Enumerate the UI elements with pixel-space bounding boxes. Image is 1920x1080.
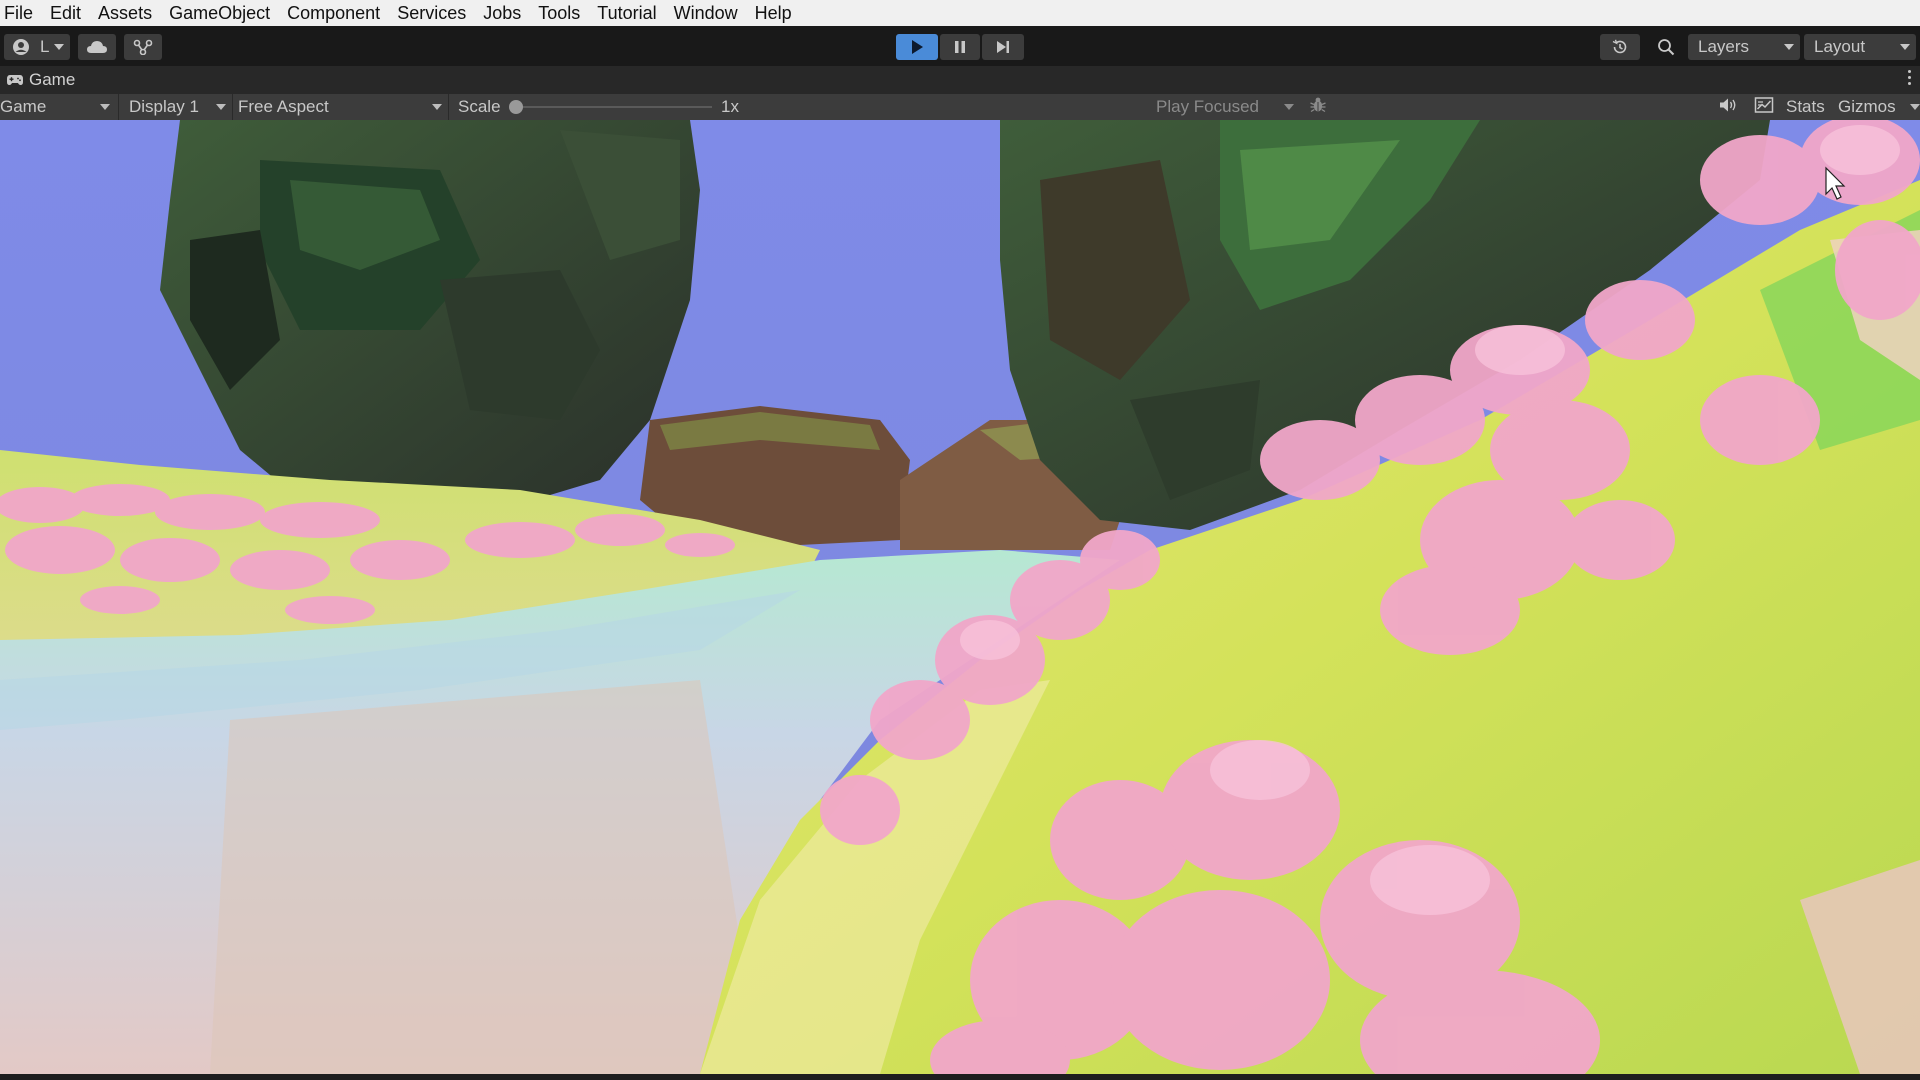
search-icon xyxy=(1657,38,1675,56)
aspect-label: Free Aspect xyxy=(238,97,329,116)
pause-icon xyxy=(953,39,967,55)
chart-icon xyxy=(1754,96,1774,119)
menu-tools[interactable]: Tools xyxy=(530,3,589,24)
mute-button[interactable] xyxy=(1718,94,1738,120)
history-button[interactable] xyxy=(1600,34,1640,60)
speaker-icon xyxy=(1718,96,1738,119)
scale-label: Scale xyxy=(458,97,501,116)
more-options-icon[interactable] xyxy=(1908,70,1912,88)
pause-button[interactable] xyxy=(940,34,980,60)
menu-file[interactable]: File xyxy=(0,3,42,24)
play-icon xyxy=(910,39,924,55)
display-dropdown[interactable]: Display 1 xyxy=(129,94,229,120)
scale-slider-handle[interactable] xyxy=(509,100,523,114)
chevron-down-icon xyxy=(54,44,64,50)
menu-help[interactable]: Help xyxy=(747,3,801,24)
menu-gameobject[interactable]: GameObject xyxy=(161,3,279,24)
tab-game-label: Game xyxy=(29,70,76,89)
menu-services[interactable]: Services xyxy=(389,3,475,24)
bottom-strip xyxy=(0,1074,1920,1080)
layout-label: Layout xyxy=(1814,37,1866,56)
account-dropdown[interactable]: L xyxy=(4,34,70,60)
divider xyxy=(448,94,449,120)
divider xyxy=(232,94,233,120)
search-button[interactable] xyxy=(1648,34,1684,60)
step-icon xyxy=(995,39,1011,55)
chevron-down-icon xyxy=(1900,44,1910,50)
menu-component[interactable]: Component xyxy=(279,3,389,24)
mode-label: Game xyxy=(0,97,47,116)
game-tab-bar: Game xyxy=(0,66,1920,94)
main-toolbar: L Layers Layout xyxy=(0,26,1920,66)
gamepad-icon xyxy=(6,74,24,86)
history-icon xyxy=(1611,38,1629,56)
chevron-down-icon xyxy=(100,104,110,110)
step-button[interactable] xyxy=(982,34,1024,60)
aspect-dropdown[interactable]: Free Aspect xyxy=(238,94,446,120)
scene-render xyxy=(0,120,1920,1074)
menu-assets[interactable]: Assets xyxy=(90,3,161,24)
layout-dropdown[interactable]: Layout xyxy=(1804,34,1916,60)
menu-tutorial[interactable]: Tutorial xyxy=(589,3,665,24)
account-label: L xyxy=(40,37,50,56)
menu-bar: File Edit Assets GameObject Component Se… xyxy=(0,0,1920,26)
stats-graph-button[interactable] xyxy=(1754,94,1774,120)
chevron-down-icon xyxy=(432,104,442,110)
play-mode-dropdown[interactable]: Play Focused xyxy=(1156,94,1296,120)
collab-button[interactable] xyxy=(124,34,162,60)
chevron-down-icon xyxy=(1784,44,1794,50)
display-label: Display 1 xyxy=(129,97,199,116)
layers-dropdown[interactable]: Layers xyxy=(1688,34,1800,60)
stats-button[interactable]: Stats xyxy=(1786,94,1825,120)
chevron-down-icon xyxy=(1284,104,1294,110)
scale-slider-track[interactable] xyxy=(512,106,712,108)
bug-button[interactable] xyxy=(1309,94,1327,120)
game-viewport[interactable] xyxy=(0,120,1920,1074)
bug-icon xyxy=(1309,96,1327,119)
account-icon xyxy=(12,38,30,56)
play-mode-label: Play Focused xyxy=(1156,97,1259,116)
game-view-controls: Game Display 1 Free Aspect Scale 1x Play… xyxy=(0,94,1920,120)
gizmos-label: Gizmos xyxy=(1838,97,1896,116)
scale-value: 1x xyxy=(721,97,739,116)
cloud-icon xyxy=(86,39,108,55)
chevron-down-icon xyxy=(216,104,226,110)
menu-edit[interactable]: Edit xyxy=(42,3,90,24)
play-button[interactable] xyxy=(896,34,938,60)
cloud-button[interactable] xyxy=(78,34,116,60)
chevron-down-icon xyxy=(1910,104,1920,110)
branch-icon xyxy=(133,39,153,55)
mode-dropdown[interactable]: Game xyxy=(0,94,115,120)
gizmos-dropdown[interactable]: Gizmos xyxy=(1838,94,1920,120)
menu-window[interactable]: Window xyxy=(666,3,747,24)
tab-game[interactable]: Game xyxy=(0,66,85,94)
divider xyxy=(118,94,119,120)
menu-jobs[interactable]: Jobs xyxy=(475,3,530,24)
layers-label: Layers xyxy=(1698,37,1750,56)
